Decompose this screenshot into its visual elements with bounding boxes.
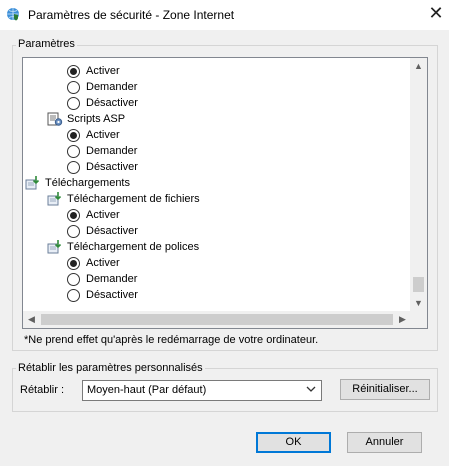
- radio-option[interactable]: Désactiver: [67, 287, 138, 303]
- scroll-left-arrow-icon[interactable]: ◀: [23, 311, 40, 328]
- horizontal-scrollbar[interactable]: ◀ ▶: [23, 311, 411, 328]
- window-title: Paramètres de sécurité - Zone Internet: [28, 8, 235, 22]
- radio-label: Demander: [86, 81, 138, 93]
- radio-unchecked[interactable]: [67, 288, 80, 302]
- tree-node-label: Scripts ASP: [67, 113, 126, 125]
- reset-button[interactable]: Réinitialiser...: [340, 379, 430, 400]
- tree-node: Téléchargement de fichiers: [47, 191, 200, 207]
- radio-label: Désactiver: [86, 289, 138, 301]
- radio-unchecked[interactable]: [67, 224, 80, 238]
- radio-unchecked[interactable]: [67, 272, 80, 286]
- script-settings-icon: [47, 111, 63, 127]
- radio-option[interactable]: Demander: [67, 79, 137, 95]
- tree-node-label: Téléchargements: [45, 177, 130, 189]
- radio-option[interactable]: Activer: [67, 127, 120, 143]
- radio-checked[interactable]: [67, 256, 80, 270]
- settings-list[interactable]: Activer Demander Désactiver Scripts ASP Acti…: [22, 57, 428, 329]
- restart-note: *Ne prend effet qu'après le redémarrage …: [24, 334, 319, 346]
- ok-button[interactable]: OK: [256, 432, 331, 453]
- reset-group-label: Rétablir les paramètres personnalisés: [16, 362, 205, 374]
- radio-option[interactable]: Activer: [67, 207, 120, 223]
- settings-group-label: Paramètres: [16, 38, 77, 50]
- radio-label: Activer: [86, 209, 120, 221]
- radio-option[interactable]: Désactiver: [67, 223, 138, 239]
- download-settings-icon: [25, 175, 41, 191]
- vertical-scroll-thumb[interactable]: [413, 277, 424, 292]
- radio-option[interactable]: Activer: [67, 255, 120, 271]
- tree-node: Téléchargement de polices: [47, 239, 199, 255]
- radio-option[interactable]: Demander: [67, 271, 137, 287]
- cancel-button[interactable]: Annuler: [347, 432, 422, 453]
- radio-checked[interactable]: [67, 128, 80, 142]
- radio-unchecked[interactable]: [67, 144, 80, 158]
- radio-label: Activer: [86, 129, 120, 141]
- radio-option[interactable]: Demander: [67, 143, 137, 159]
- radio-option[interactable]: Désactiver: [67, 159, 138, 175]
- vertical-scrollbar[interactable]: ▲ ▼: [410, 58, 427, 312]
- scroll-right-arrow-icon[interactable]: ▶: [394, 311, 411, 328]
- radio-option[interactable]: Désactiver: [67, 95, 138, 111]
- radio-checked[interactable]: [67, 208, 80, 222]
- chevron-down-icon: [306, 384, 316, 397]
- title-bar: Paramètres de sécurité - Zone Internet ✕: [0, 0, 449, 30]
- radio-label: Activer: [86, 65, 120, 77]
- scroll-down-arrow-icon[interactable]: ▼: [410, 295, 427, 312]
- reset-label: Rétablir :: [20, 384, 65, 396]
- scroll-corner: [410, 311, 427, 328]
- radio-option[interactable]: Activer: [67, 63, 120, 79]
- radio-label: Désactiver: [86, 225, 138, 237]
- radio-label: Désactiver: [86, 97, 138, 109]
- download-settings-icon: [47, 239, 63, 255]
- close-button[interactable]: ✕: [425, 4, 447, 24]
- horizontal-scroll-thumb[interactable]: [41, 314, 393, 325]
- download-settings-icon: [47, 191, 63, 207]
- tree-node: Scripts ASP: [47, 111, 125, 127]
- radio-checked[interactable]: [67, 64, 80, 78]
- radio-label: Demander: [86, 273, 138, 285]
- radio-unchecked[interactable]: [67, 96, 80, 110]
- scroll-up-arrow-icon[interactable]: ▲: [410, 58, 427, 75]
- radio-label: Désactiver: [86, 161, 138, 173]
- radio-unchecked[interactable]: [67, 80, 80, 94]
- tree-node-label: Téléchargement de fichiers: [67, 193, 200, 205]
- reset-level-value: Moyen-haut (Par défaut): [87, 384, 207, 396]
- globe-shield-icon: [6, 7, 20, 21]
- reset-level-select[interactable]: Moyen-haut (Par défaut): [82, 380, 322, 401]
- radio-label: Activer: [86, 257, 120, 269]
- settings-tree: Activer Demander Désactiver Scripts ASP Acti…: [23, 58, 411, 312]
- tree-node-label: Téléchargement de polices: [67, 241, 200, 253]
- radio-label: Demander: [86, 145, 138, 157]
- tree-node: Téléchargements: [25, 175, 130, 191]
- radio-unchecked[interactable]: [67, 160, 80, 174]
